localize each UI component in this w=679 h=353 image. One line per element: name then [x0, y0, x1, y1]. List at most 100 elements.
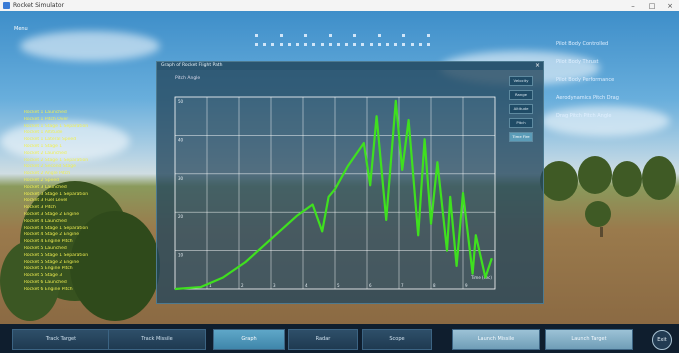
event-log-item: Rocket 5 Stage 3 [24, 273, 63, 279]
graph-window-title: Graph of Rocket Flight Path [157, 62, 543, 70]
heading-tick [361, 43, 365, 46]
toolbar-button[interactable]: Graph [213, 329, 285, 350]
event-log-item: Rocket 2 Launched [24, 150, 67, 156]
graph-side-button[interactable]: Range [509, 90, 533, 100]
y-tick-label: 10 [178, 253, 184, 258]
event-log-item: Rocket 6 Engine Pitch [24, 286, 73, 292]
event-log-item: Rocket 1 Launched [24, 110, 67, 115]
heading-tick [304, 34, 308, 37]
heading-tick [255, 43, 258, 46]
graph-side-button[interactable]: Altitude [509, 104, 533, 114]
graph-side-button[interactable]: Time Fire [509, 132, 533, 142]
heading-tick [263, 43, 267, 46]
event-log-item: Rocket 2 Speed [24, 177, 59, 183]
heading-tick [328, 34, 332, 37]
event-log-item: Rocket 2 Stage 1 Separation [24, 157, 89, 163]
event-log-item: Rocket 2 Angle Pitch [24, 171, 71, 177]
right-status-item: Pilot Body Performance [556, 77, 615, 83]
y-tick-label: 30 [178, 176, 184, 181]
graph-window-close-button[interactable]: × [535, 62, 540, 70]
toolbar-button[interactable]: Launch Target [545, 329, 633, 350]
toolbar-button[interactable]: Track Missile [108, 329, 206, 350]
right-status-item: Aerodynamics Pitch Drag [556, 95, 619, 101]
heading-tick [426, 43, 430, 46]
tree [642, 156, 676, 200]
event-log-item: Rocket 3 Pitch [24, 205, 56, 211]
window-titlebar: Rocket Simulator – □ × [0, 0, 679, 11]
toolbar-button[interactable]: Radar [288, 329, 358, 350]
heading-tick [377, 34, 381, 37]
event-log-item: Rocket 1 Altitude [24, 130, 63, 136]
right-status-list: Pilot Body Controlled Pilot Body Thrust Pi… [556, 41, 676, 131]
heading-tick [279, 34, 283, 37]
event-log-item: Rocket 4 Launched [24, 218, 67, 224]
heading-tick [410, 43, 414, 46]
heading-tick [377, 43, 381, 46]
heading-tick [345, 43, 349, 46]
close-icon[interactable]: × [661, 0, 679, 11]
maximize-icon[interactable]: □ [643, 0, 661, 11]
pitch-chart: 1 2 3 4 5 6 7 8 95040302010Time (sec) [174, 96, 496, 291]
graph-side-button[interactable]: Velocity [509, 76, 533, 86]
y-tick-label: 50 [178, 99, 184, 104]
event-log-item: Rocket 2 Second Stage [24, 164, 76, 170]
chart-ylabel: Pitch Angle [175, 76, 201, 81]
event-log-item: Rocket 1 Stage 1 [24, 143, 63, 149]
heading-tick [320, 43, 324, 46]
heading-tick [295, 43, 299, 46]
event-log-item: Rocket 5 Launched [24, 245, 67, 251]
event-log-item: Rocket 3 Fuel Level [24, 198, 68, 204]
tree [585, 201, 611, 227]
event-log-item: Rocket 4 Stage 1 Separation [24, 225, 89, 231]
heading-tick [353, 34, 357, 37]
event-log-item: Rocket 4 Stage 2 Engine [24, 232, 80, 238]
heading-tick [386, 43, 389, 46]
event-log-item: Rocket 5 Stage 1 Separation [24, 252, 89, 258]
y-tick-label: 40 [178, 137, 184, 142]
heading-tick [394, 43, 398, 46]
tree [540, 161, 578, 201]
toolbar-button[interactable]: Launch Missile [452, 329, 540, 350]
sim-menu-label[interactable]: Menu [14, 26, 28, 32]
event-log-list: Rocket 1 Launched Rocket 1 Pitch Over Rock… [24, 110, 124, 294]
heading-tick [255, 34, 258, 37]
tree [578, 156, 612, 194]
heading-tick [328, 43, 332, 46]
event-log-item: Rocket 3 Stage 2 Engine [24, 211, 80, 217]
app-icon [3, 2, 10, 9]
heading-tick [402, 43, 406, 46]
right-status-item: Pilot Body Controlled [556, 41, 609, 47]
right-status-item: Drag Pitch Pitch Angle [556, 113, 612, 119]
graph-side-button[interactable]: Pitch [509, 118, 533, 128]
toolbar-button[interactable]: Track Target [12, 329, 110, 350]
heading-tick [304, 43, 308, 46]
heading-tick [271, 43, 275, 46]
event-log-item: Rocket 1 Pitch Over [24, 116, 69, 122]
y-tick-label: 20 [178, 214, 184, 219]
graph-window: Graph of Rocket Flight Path × Pitch Angl… [156, 61, 544, 304]
right-status-item: Pilot Body Thrust [556, 59, 599, 65]
heading-tick [287, 43, 291, 46]
heading-tick [369, 43, 373, 46]
tree [612, 161, 642, 197]
event-log-item: Rocket 1 Lateral Speed [24, 137, 77, 143]
toolbar-button[interactable]: Scope [362, 329, 432, 350]
event-log-item: Rocket 4 Engine Pitch [24, 239, 73, 245]
window-title: Rocket Simulator [13, 2, 65, 9]
heading-tick [353, 43, 357, 46]
heading-tick [426, 34, 430, 37]
minimize-icon[interactable]: – [624, 0, 642, 11]
event-log-item: Rocket 5 Stage 2 Engine [24, 259, 80, 265]
chart-xlabel: Time (sec) [470, 275, 492, 280]
event-log-item: Rocket 3 Launched [24, 184, 67, 190]
heading-tick [312, 43, 316, 46]
cloud [20, 31, 160, 61]
event-log-item: Rocket 6 Launched [24, 279, 67, 285]
heading-tick [418, 43, 422, 46]
heading-tick [336, 43, 340, 46]
event-log-item: Rocket 1 Stage 1 Separation [24, 123, 89, 129]
heading-tick [279, 43, 283, 46]
exit-round-button[interactable]: Exit [652, 330, 672, 350]
event-log-item: Rocket 5 Engine Pitch [24, 266, 73, 272]
event-log-item: Rocket 3 Stage 1 Separation [24, 191, 89, 197]
